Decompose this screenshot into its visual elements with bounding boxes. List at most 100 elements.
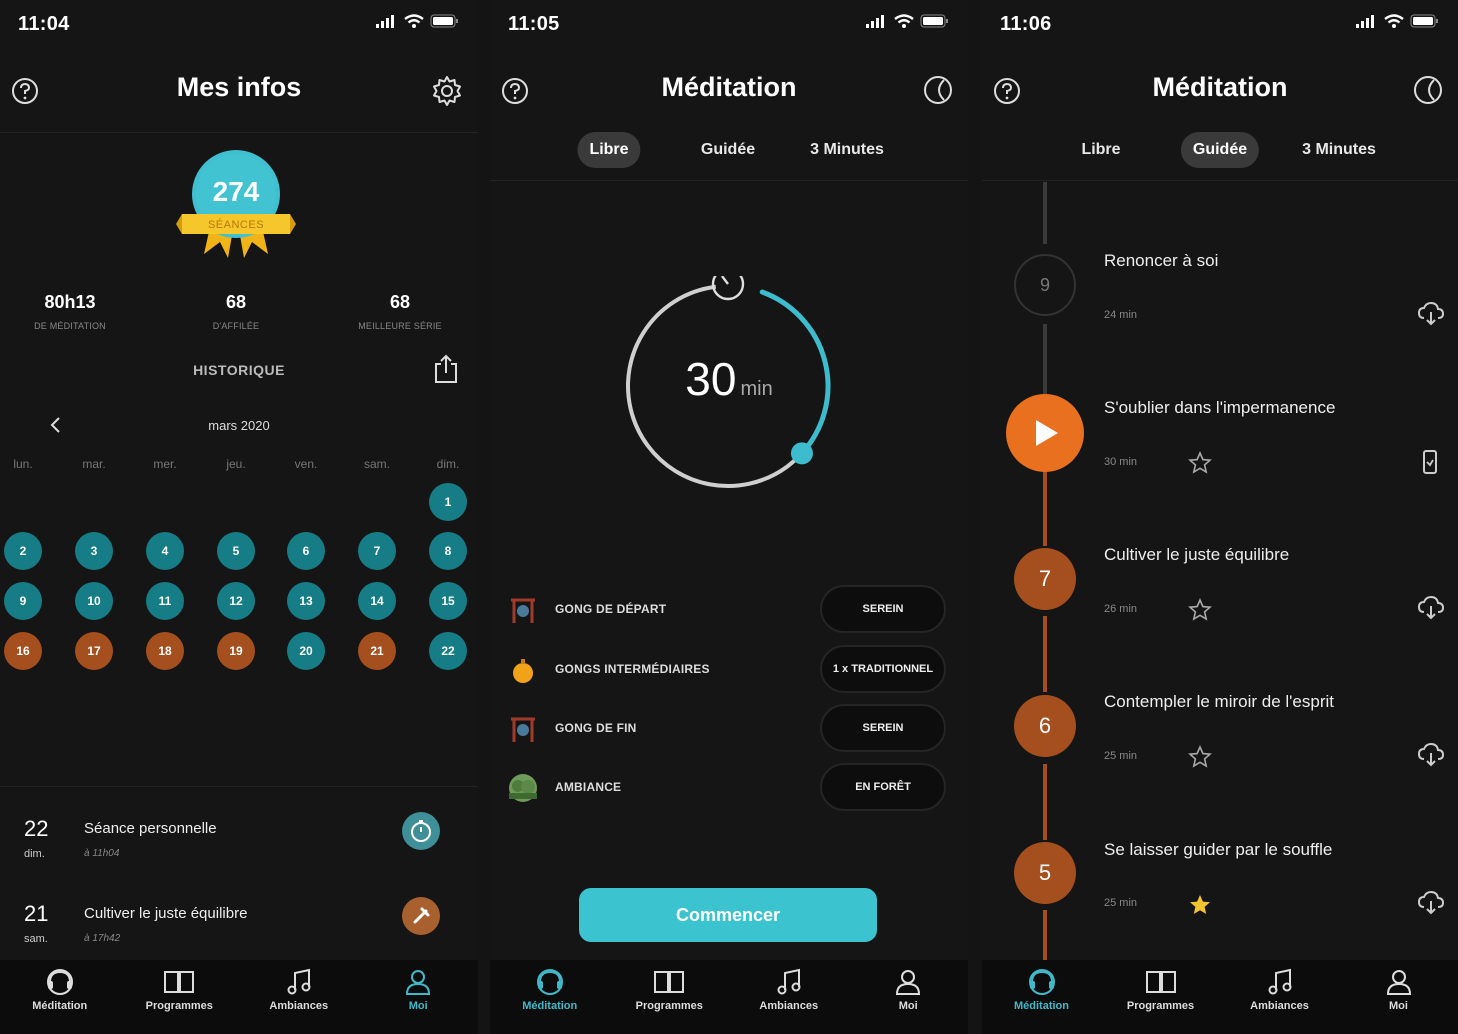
session-node: 7 xyxy=(1014,548,1076,610)
music-note-icon xyxy=(777,968,801,995)
gong-icon xyxy=(511,598,535,623)
star-outline-icon[interactable] xyxy=(1188,745,1212,769)
history-divider xyxy=(0,786,478,787)
battery-icon xyxy=(430,14,458,28)
play-button[interactable] xyxy=(1006,394,1084,472)
nav-programmes[interactable]: Programmes xyxy=(1101,960,1220,1034)
session-day-name: dim. xyxy=(24,848,45,860)
book-icon xyxy=(654,971,685,993)
calendar-day[interactable]: 16 xyxy=(4,632,42,670)
calendar-day[interactable]: 5 xyxy=(217,532,255,570)
calendar-day[interactable]: 22 xyxy=(429,632,467,670)
calendar-day[interactable]: 2 xyxy=(4,532,42,570)
tabs-divider xyxy=(490,180,968,181)
timer-minutes: 30 xyxy=(685,353,737,405)
option-label: GONG DE FIN xyxy=(555,721,637,735)
calendar-day[interactable]: 10 xyxy=(75,582,113,620)
session-row[interactable]: 22 dim. Séance personnelle à 11h04 xyxy=(0,808,478,892)
session-node: 5 xyxy=(1014,842,1076,904)
nav-ambiances[interactable]: Ambiances xyxy=(729,960,849,1034)
stat-total-time: 80h13 DE MÉDITATION xyxy=(5,292,135,331)
calendar-day[interactable]: 17 xyxy=(75,632,113,670)
weekday-label: jeu. xyxy=(226,457,246,471)
calendar-day[interactable]: 1 xyxy=(429,483,467,521)
tab-3-minutes[interactable]: 3 Minutes xyxy=(1290,132,1388,168)
moon-icon[interactable] xyxy=(922,74,954,106)
nav-ambiances[interactable]: Ambiances xyxy=(239,960,359,1034)
star-outline-icon[interactable] xyxy=(1188,598,1212,622)
moon-icon[interactable] xyxy=(1412,74,1444,106)
bell-icon xyxy=(513,659,533,683)
timeline-line xyxy=(1043,910,1047,960)
share-icon[interactable] xyxy=(433,354,459,384)
option-value-button[interactable]: 1 x TRADITIONNEL xyxy=(820,645,946,693)
nav-label: Ambiances xyxy=(269,1000,329,1012)
session-title[interactable]: S'oublier dans l'impermanence xyxy=(1104,398,1335,418)
cloud-download-icon[interactable] xyxy=(1418,302,1444,326)
tab-libre[interactable]: Libre xyxy=(1069,132,1132,168)
calendar-day[interactable]: 14 xyxy=(358,582,396,620)
nav-moi[interactable]: Moi xyxy=(849,960,969,1034)
calendar-day[interactable]: 18 xyxy=(146,632,184,670)
nav-meditation[interactable]: Méditation xyxy=(490,960,610,1034)
tab-libre[interactable]: Libre xyxy=(577,132,641,168)
calendar-day[interactable]: 8 xyxy=(429,532,467,570)
signal-icon xyxy=(866,15,884,28)
tab-guidee[interactable]: Guidée xyxy=(689,132,767,168)
cloud-download-icon[interactable] xyxy=(1418,891,1444,915)
option-value-button[interactable]: EN FORÊT xyxy=(820,763,946,811)
calendar-day[interactable]: 15 xyxy=(429,582,467,620)
mode-tabs: Libre Guidée 3 Minutes xyxy=(982,132,1458,168)
session-duration: 25 min xyxy=(1104,897,1138,909)
nav-programmes[interactable]: Programmes xyxy=(120,960,240,1034)
weekday-label: mar. xyxy=(82,457,106,471)
star-outline-icon[interactable] xyxy=(1188,451,1212,475)
downloaded-phone-icon[interactable] xyxy=(1422,449,1438,475)
screen-mes-infos: 11:04 Mes infos 274 SÉANCES 80h13 DE MÉDI… xyxy=(0,0,478,1034)
meditation-icon xyxy=(1028,969,1055,995)
option-value-button[interactable]: SEREIN xyxy=(820,704,946,752)
status-icons xyxy=(376,14,460,28)
session-title[interactable]: Renoncer à soi xyxy=(1104,251,1218,271)
history-title: HISTORIQUE xyxy=(193,362,285,378)
star-filled-icon[interactable] xyxy=(1188,893,1212,917)
session-title[interactable]: Se laisser guider par le souffle xyxy=(1104,840,1332,860)
calendar-day[interactable]: 19 xyxy=(217,632,255,670)
calendar-day[interactable]: 20 xyxy=(287,632,325,670)
session-title[interactable]: Cultiver le juste équilibre xyxy=(1104,545,1289,565)
calendar-day[interactable]: 6 xyxy=(287,532,325,570)
calendar-day[interactable]: 7 xyxy=(358,532,396,570)
calendar-day[interactable]: 9 xyxy=(4,582,42,620)
session-title[interactable]: Contempler le miroir de l'esprit xyxy=(1104,692,1334,712)
nav-moi[interactable]: Moi xyxy=(1339,960,1458,1034)
nav-label: Méditation xyxy=(1014,1000,1069,1012)
calendar-day[interactable]: 3 xyxy=(75,532,113,570)
meditation-icon xyxy=(46,969,73,995)
option-value-button[interactable]: SEREIN xyxy=(820,585,946,633)
nav-moi[interactable]: Moi xyxy=(359,960,479,1034)
calendar-day[interactable]: 13 xyxy=(287,582,325,620)
cloud-download-icon[interactable] xyxy=(1418,743,1444,767)
nav-ambiances[interactable]: Ambiances xyxy=(1220,960,1339,1034)
weekday-label: mer. xyxy=(153,457,177,471)
nav-meditation[interactable]: Méditation xyxy=(982,960,1101,1034)
wifi-icon xyxy=(404,14,424,28)
session-time: à 17h42 xyxy=(84,933,121,944)
nav-meditation[interactable]: Méditation xyxy=(0,960,120,1034)
start-button[interactable]: Commencer xyxy=(579,888,877,942)
cloud-download-icon[interactable] xyxy=(1418,596,1444,620)
nav-programmes[interactable]: Programmes xyxy=(610,960,730,1034)
session-duration: 26 min xyxy=(1104,603,1138,615)
status-time: 11:06 xyxy=(1000,13,1052,35)
settings-gear-icon[interactable] xyxy=(430,74,464,108)
page-title: Méditation xyxy=(1152,72,1288,102)
calendar-day[interactable]: 21 xyxy=(358,632,396,670)
calendar-day[interactable]: 4 xyxy=(146,532,184,570)
tab-guidee[interactable]: Guidée xyxy=(1180,132,1260,168)
wifi-icon xyxy=(1384,14,1404,28)
calendar-day[interactable]: 12 xyxy=(217,582,255,620)
weekday-label: sam. xyxy=(363,457,391,471)
tab-3-minutes[interactable]: 3 Minutes xyxy=(798,132,896,168)
session-node: 9 xyxy=(1014,254,1076,316)
calendar-day[interactable]: 11 xyxy=(146,582,184,620)
